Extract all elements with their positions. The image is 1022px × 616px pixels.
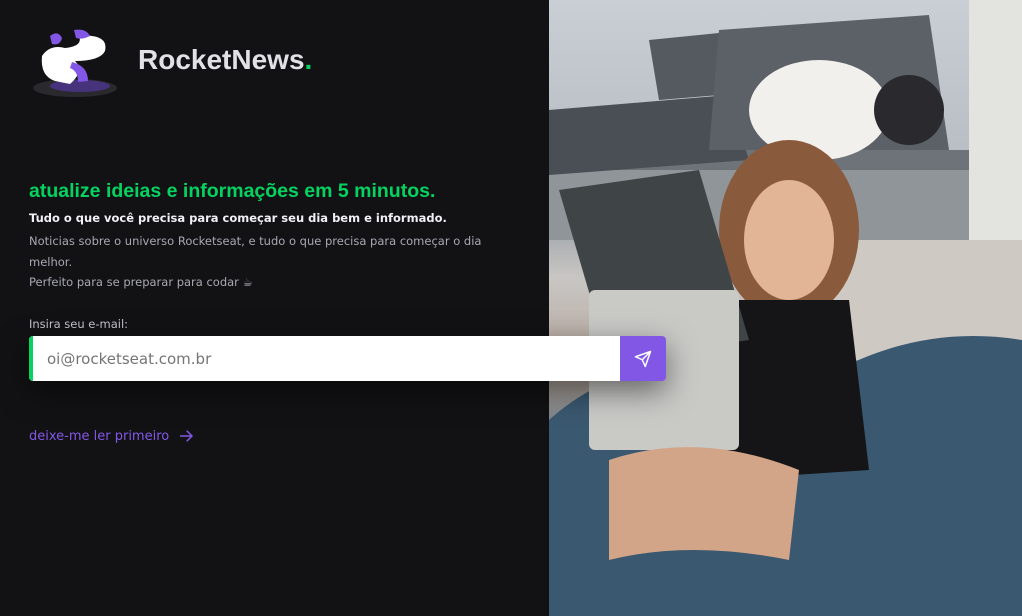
description-text: Noticias sobre o universo Rocketseat, e … xyxy=(29,234,482,269)
email-input[interactable] xyxy=(29,336,620,381)
hero-photo xyxy=(549,0,1022,616)
left-panel: RocketNews. atualize ideias e informaçõe… xyxy=(0,0,666,616)
email-form xyxy=(29,336,666,381)
brand-name: RocketNews. xyxy=(138,44,313,75)
read-first-label: deixe-me ler primeiro xyxy=(29,428,170,444)
read-first-link[interactable]: deixe-me ler primeiro xyxy=(29,427,195,445)
rocket-logo-illustration xyxy=(33,29,117,97)
subtitle: Tudo o que você precisa para começar seu… xyxy=(29,211,447,225)
arrow-right-icon xyxy=(180,430,194,442)
email-label: Insira seu e-mail: xyxy=(29,317,129,331)
send-icon xyxy=(634,350,652,367)
submit-button[interactable] xyxy=(620,336,666,381)
photo-illustration xyxy=(549,0,1022,616)
tagline: Perfeito para se preparar para codar ☕ xyxy=(29,275,253,289)
description: Noticias sobre o universo Rocketseat, e … xyxy=(29,231,509,293)
headline: atualize ideias e informações em 5 minut… xyxy=(29,180,436,202)
